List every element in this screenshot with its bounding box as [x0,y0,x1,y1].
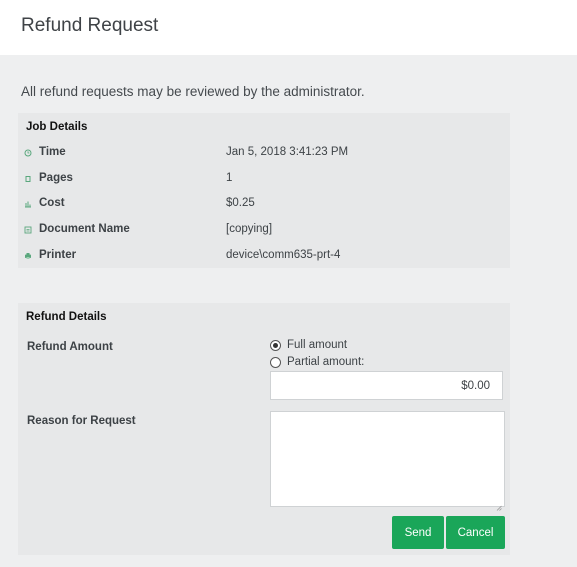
job-details-panel: Job Details Time Jan 5, 2018 3:41:23 PM … [18,113,510,268]
partial-amount-label: Partial amount: [287,356,365,368]
partial-amount-option[interactable]: Partial amount: [270,356,410,370]
cancel-button[interactable]: Cancel [446,516,505,549]
document-icon [24,226,32,234]
pages-icon [24,175,32,183]
full-amount-option[interactable]: Full amount [270,339,410,353]
printer-value: device\comm635-prt-4 [226,249,341,261]
resize-grip-icon[interactable] [496,498,502,511]
send-button[interactable]: Send [392,516,444,549]
document-name-label: Document Name [39,223,130,235]
refund-details-panel: Refund Details Refund Amount Full amount… [18,303,510,555]
job-details-title: Job Details [26,121,88,133]
clock-icon [24,149,32,157]
partial-amount-radio[interactable] [270,357,281,368]
job-row-time: Time Jan 5, 2018 3:41:23 PM [18,146,510,166]
job-row-cost: Cost $0.25 [18,197,510,217]
job-row-document-name: Document Name [copying] [18,223,510,243]
page-header: Refund Request [0,0,577,55]
document-name-value: [copying] [226,223,273,235]
refund-details-title: Refund Details [26,311,107,323]
job-row-printer: Printer device\comm635-prt-4 [18,249,510,269]
time-value: Jan 5, 2018 3:41:23 PM [226,146,349,158]
reason-field-wrapper [270,411,505,511]
full-amount-label: Full amount [287,339,348,351]
reason-textarea[interactable] [270,411,505,507]
intro-text: All refund requests may be reviewed by t… [21,84,365,99]
full-amount-radio[interactable] [270,340,281,351]
cost-value: $0.25 [226,197,255,209]
refund-amount-label: Refund Amount [27,341,113,353]
cost-label: Cost [39,197,65,209]
pages-value: 1 [226,172,233,184]
job-row-pages: Pages 1 [18,172,510,192]
reason-label: Reason for Request [27,415,136,427]
pages-label: Pages [39,172,73,184]
printer-icon [24,252,32,260]
partial-amount-input[interactable] [270,371,503,400]
printer-label: Printer [39,249,77,261]
page-title: Refund Request [21,15,159,36]
time-label: Time [39,146,66,158]
cost-icon [24,200,32,208]
